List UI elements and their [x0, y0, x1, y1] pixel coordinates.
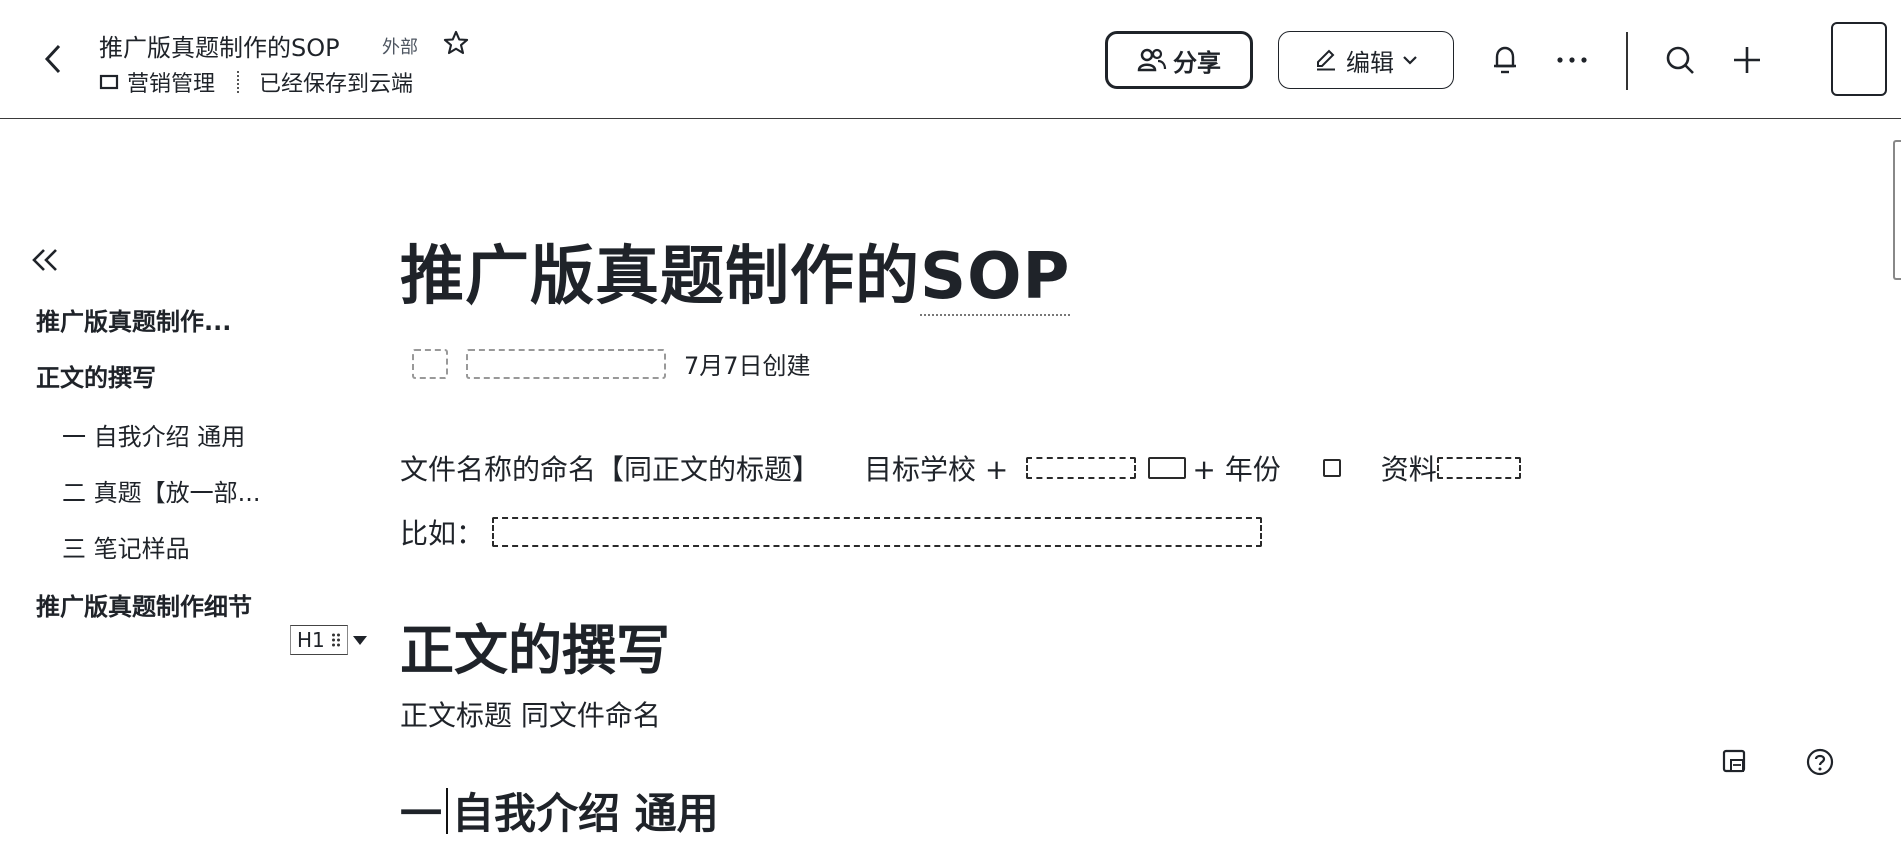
heading-1[interactable]: 正文的撰写	[400, 606, 670, 685]
author-avatar[interactable]	[412, 348, 448, 379]
search-icon	[1666, 46, 1694, 74]
naming-rule-material: 资料	[1380, 453, 1437, 486]
outline-item[interactable]: 推广版真题制作...	[36, 302, 231, 337]
breadcrumb: 营销管理 已经保存到云端	[99, 66, 413, 98]
example-paragraph[interactable]: 比如：	[400, 512, 1268, 552]
save-status: 已经保存到云端	[259, 72, 414, 97]
share-button[interactable]: 分享	[1105, 31, 1253, 89]
redacted-text	[1436, 457, 1521, 479]
heading-2[interactable]: 一自我介绍 通用	[400, 780, 719, 841]
document-title[interactable]: 推广版真题制作的SOP	[99, 28, 340, 63]
people-icon	[1137, 48, 1167, 72]
folder-icon	[99, 72, 119, 92]
heading-2-text: 自我介绍 通用	[452, 789, 719, 838]
example-label: 比如：	[400, 517, 485, 550]
chevron-down-icon	[1403, 56, 1417, 65]
chevron-left-icon	[44, 44, 61, 74]
breadcrumb-separator	[237, 71, 240, 93]
plus-icon	[1734, 47, 1760, 73]
block-type-button[interactable]: H1	[290, 625, 348, 655]
document-meta: 7月7日创建	[412, 346, 811, 381]
redacted-text	[492, 517, 1263, 547]
help-icon	[1806, 748, 1834, 776]
page-title-sop: SOP	[920, 240, 1071, 316]
more-horizontal-icon	[1557, 57, 1587, 63]
comment-button[interactable]	[1715, 742, 1755, 782]
redacted-text	[1026, 457, 1137, 479]
block-type-label: H1	[297, 628, 325, 652]
top-toolbar: 推广版真题制作的SOP 外部 营销管理 已经保存到云端 分享 编辑	[0, 0, 1901, 119]
created-date: 7月7日创建	[684, 352, 811, 380]
outline-item[interactable]: 一 自我介绍 通用	[62, 417, 245, 452]
external-badge: 外部	[382, 37, 418, 58]
notification-button[interactable]	[1485, 40, 1525, 80]
share-label: 分享	[1173, 48, 1221, 77]
naming-rule-year: + 年份	[1192, 453, 1281, 486]
double-chevron-left-icon	[32, 249, 57, 271]
naming-rule-text: 文件名称的命名【同正文的标题】	[400, 453, 821, 486]
outline-item[interactable]: 二 真题【放一部...	[62, 473, 261, 508]
comment-icon	[1722, 749, 1746, 773]
redacted-text	[1148, 457, 1187, 479]
body-paragraph[interactable]: 正文标题 同文件命名	[400, 694, 661, 734]
edit-label: 编辑	[1346, 48, 1394, 77]
add-button[interactable]	[1727, 40, 1767, 80]
naming-rule-school: 目标学校 +	[864, 453, 1009, 486]
folder-link[interactable]: 营销管理	[127, 66, 215, 98]
avatar[interactable]	[1831, 22, 1887, 96]
caret-down-icon[interactable]	[352, 634, 368, 646]
pencil-icon	[1317, 49, 1335, 71]
heading-2-prefix: 一	[400, 789, 443, 838]
text-cursor	[446, 787, 449, 834]
back-button[interactable]	[38, 42, 68, 76]
scrollbar[interactable]	[1893, 140, 1901, 280]
naming-rule-paragraph[interactable]: 文件名称的命名【同正文的标题】 目标学校 + + 年份 资料	[400, 448, 1527, 488]
favorite-button[interactable]	[440, 27, 472, 59]
toolbar-divider	[1626, 32, 1628, 90]
page-title-text: 推广版真题制作的	[400, 240, 920, 314]
help-button[interactable]	[1800, 742, 1840, 782]
outline-item[interactable]: 正文的撰写	[36, 358, 156, 393]
bell-icon	[1494, 46, 1516, 74]
outline-item[interactable]: 三 笔记样品	[62, 529, 190, 564]
redacted-text	[1322, 459, 1341, 477]
edit-mode-button[interactable]: 编辑	[1278, 31, 1454, 89]
block-handle[interactable]: H1	[290, 618, 368, 662]
more-button[interactable]	[1552, 40, 1592, 80]
star-icon	[443, 30, 469, 55]
search-button[interactable]	[1660, 40, 1700, 80]
collapse-outline-button[interactable]	[30, 244, 66, 280]
drag-handle-icon	[331, 633, 340, 647]
outline-item[interactable]: 推广版真题制作细节	[36, 587, 252, 622]
page-title[interactable]: 推广版真题制作的SOP	[400, 225, 1071, 317]
author-name[interactable]	[466, 348, 666, 379]
